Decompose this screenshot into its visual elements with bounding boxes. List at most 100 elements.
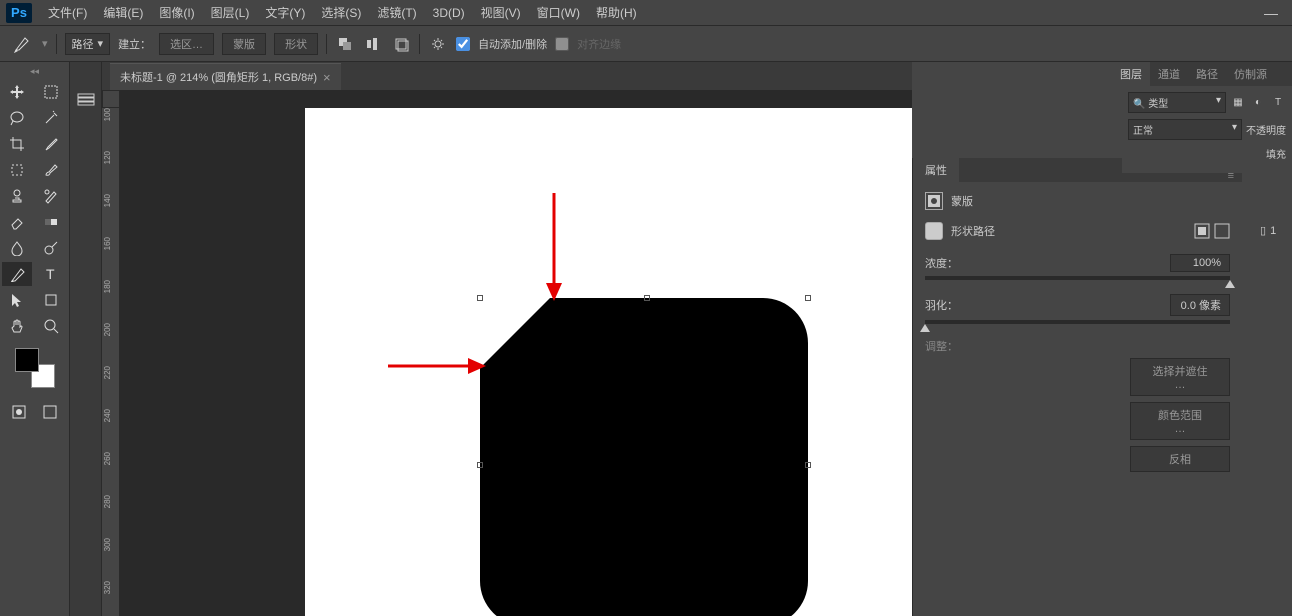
mini-panel-bar [70, 62, 102, 616]
lasso-tool[interactable] [2, 106, 32, 130]
path-align-icon[interactable] [363, 34, 383, 54]
filter-adjust-icon[interactable]: ◐ [1250, 95, 1266, 111]
toolbar: ◂◂ T [0, 62, 70, 616]
layer-item[interactable]: ▯ 1 [1256, 220, 1292, 241]
rounded-rectangle-shape[interactable] [480, 298, 808, 616]
options-bar: ▾ 路径 ▾ 建立： 选区… 蒙版 形状 自动添加/删除 对齐边缘 [0, 26, 1292, 62]
transform-handle[interactable] [477, 295, 483, 301]
filter-text-icon[interactable]: T [1270, 95, 1286, 111]
density-label: 浓度： [925, 255, 958, 271]
app-logo: Ps [6, 3, 32, 23]
path-combine-icon[interactable] [335, 34, 355, 54]
gradient-tool[interactable] [36, 210, 66, 234]
menu-filter[interactable]: 滤镜(T) [369, 1, 424, 24]
move-tool[interactable] [2, 80, 32, 104]
canvas-viewport[interactable] [120, 108, 912, 616]
patch-tool[interactable] [2, 158, 32, 182]
transform-handle[interactable] [477, 462, 483, 468]
auto-add-delete-label: 自动添加/删除 [478, 36, 547, 52]
make-selection-button[interactable]: 选区… [159, 33, 214, 55]
close-icon[interactable]: × [323, 70, 331, 85]
menu-text[interactable]: 文字(Y) [257, 1, 313, 24]
zoom-tool[interactable] [36, 314, 66, 338]
select-and-mask-button[interactable]: 选择并遮住 … [1130, 358, 1230, 396]
pen-tool-icon[interactable] [10, 32, 34, 56]
annotation-arrow-top [544, 193, 564, 303]
brush-tool[interactable] [36, 158, 66, 182]
tab-clone[interactable]: 仿制源 [1226, 62, 1275, 86]
menu-layer[interactable]: 图层(L) [203, 1, 258, 24]
feather-value[interactable]: 0.0 像素 [1170, 294, 1230, 316]
toolbar-collapse-icon[interactable]: ◂◂ [0, 66, 69, 78]
menu-window[interactable]: 窗口(W) [529, 1, 588, 24]
stamp-tool[interactable] [2, 184, 32, 208]
foreground-color[interactable] [15, 348, 39, 372]
align-edges-label: 对齐边缘 [577, 36, 621, 52]
auto-add-delete-checkbox[interactable] [456, 37, 470, 51]
pen-tool[interactable] [2, 262, 32, 286]
feather-slider[interactable] [925, 320, 1230, 324]
menu-image[interactable]: 图像(I) [151, 1, 202, 24]
tab-channels[interactable]: 通道 [1150, 62, 1188, 86]
menu-view[interactable]: 视图(V) [473, 1, 529, 24]
mode-value: 路径 [72, 36, 94, 52]
layer-number: 1 [1270, 225, 1276, 237]
crop-tool[interactable] [2, 132, 32, 156]
menu-file[interactable]: 文件(F) [40, 1, 95, 24]
filter-image-icon[interactable]: ▦ [1230, 95, 1246, 111]
density-value[interactable]: 100% [1170, 254, 1230, 272]
type-tool[interactable]: T [36, 262, 66, 286]
hand-tool[interactable] [2, 314, 32, 338]
menu-edit[interactable]: 编辑(E) [95, 1, 151, 24]
layer-shape-icon: ▯ [1260, 224, 1266, 237]
screenmode-icon[interactable] [35, 400, 65, 424]
eyedropper-tool[interactable] [36, 132, 66, 156]
document-tab[interactable]: 未标题-1 @ 214% (圆角矩形 1, RGB/8#) × [110, 63, 341, 90]
shape-path-icon [925, 222, 943, 240]
mode-dropdown[interactable]: 路径 ▾ [65, 33, 111, 55]
shape-tool[interactable] [36, 288, 66, 312]
color-range-button[interactable]: 颜色范围 … [1130, 402, 1230, 440]
ruler-vertical[interactable]: 100120140160180200220240260280300320 [102, 108, 120, 616]
transform-handle[interactable] [805, 462, 811, 468]
document-tab-title: 未标题-1 @ 214% (圆角矩形 1, RGB/8#) [120, 69, 317, 85]
chevron-down-icon: ▾ [98, 37, 104, 50]
magic-wand-tool[interactable] [36, 106, 66, 130]
minimize-button[interactable]: — [1256, 5, 1286, 21]
history-brush-tool[interactable] [36, 184, 66, 208]
properties-panel: 属性 ≡ 蒙版 形状路径 [912, 158, 1242, 616]
make-mask-button[interactable]: 蒙版 [222, 33, 266, 55]
transform-handle[interactable] [805, 295, 811, 301]
quickmask-icon[interactable] [4, 400, 34, 424]
menu-select[interactable]: 选择(S) [313, 1, 369, 24]
blur-tool[interactable] [2, 236, 32, 260]
annotation-arrow-left [388, 356, 488, 376]
density-slider[interactable] [925, 276, 1230, 280]
blend-mode-value: 正常 [1133, 122, 1153, 137]
menu-help[interactable]: 帮助(H) [588, 1, 645, 24]
gear-icon[interactable] [428, 34, 448, 54]
path-select-tool[interactable] [2, 288, 32, 312]
layer-filter-dropdown[interactable]: 🔍 类型▾ [1128, 92, 1226, 113]
transform-handle[interactable] [644, 295, 650, 301]
properties-tab[interactable]: 属性 [913, 158, 959, 182]
path-arrange-icon[interactable] [391, 34, 411, 54]
mask-vector-icon[interactable] [1214, 223, 1230, 239]
tab-paths[interactable]: 路径 [1188, 62, 1226, 86]
make-shape-button[interactable]: 形状 [274, 33, 318, 55]
align-edges-checkbox[interactable] [555, 37, 569, 51]
blend-mode-dropdown[interactable]: 正常▾ [1128, 119, 1242, 140]
eraser-tool[interactable] [2, 210, 32, 234]
history-panel-icon[interactable] [72, 88, 100, 112]
mask-pixel-icon[interactable] [1194, 223, 1210, 239]
mask-icon [925, 192, 943, 210]
tab-layers[interactable]: 图层 [1112, 62, 1150, 86]
menu-3d[interactable]: 3D(D) [425, 3, 473, 23]
mask-label: 蒙版 [951, 193, 973, 209]
color-swatches[interactable] [15, 348, 55, 388]
layers-controls: 🔍 类型▾ ▦ ◐ T 正常▾ 不透明度 填充 [1122, 86, 1292, 173]
marquee-tool[interactable] [36, 80, 66, 104]
dodge-tool[interactable] [36, 236, 66, 260]
ruler-origin[interactable] [102, 90, 120, 108]
invert-button[interactable]: 反相 [1130, 446, 1230, 472]
